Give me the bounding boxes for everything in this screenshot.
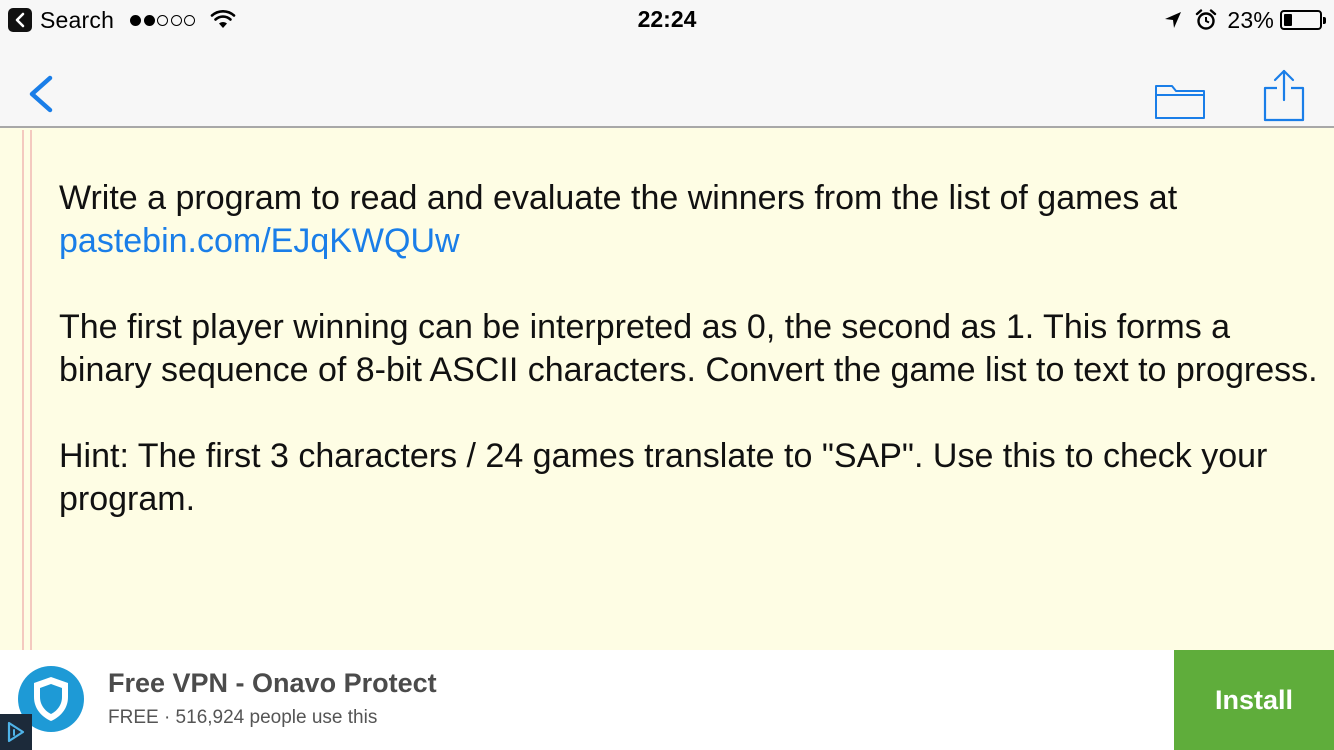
folder-icon[interactable] (1154, 80, 1206, 120)
margin-line (30, 130, 32, 650)
ad-banner[interactable] (0, 650, 1334, 750)
status-time: 22:24 (637, 6, 697, 32)
paragraph-hint: Hint: The first 3 characters / 24 games … (59, 437, 1268, 518)
battery-percent: 23% (1227, 6, 1274, 33)
paragraph-rules: The first player winning can be interpre… (59, 308, 1318, 389)
status-bar: Search 22:24 23% (0, 0, 1334, 40)
ad-subtitle: FREE · 516,924 people use this (108, 707, 378, 728)
adchoices-icon[interactable] (0, 714, 32, 750)
ad-title[interactable]: Free VPN - Onavo Protect (108, 668, 437, 699)
battery-icon (1280, 10, 1326, 30)
margin-line (22, 130, 24, 650)
location-arrow-icon (1165, 12, 1182, 28)
paragraph-intro-text: Write a program to read and evaluate the… (59, 179, 1178, 217)
alarm-icon (1196, 9, 1217, 30)
install-button[interactable]: Install (1174, 650, 1334, 750)
chevron-left-icon[interactable] (24, 74, 60, 114)
paragraph-intro: Write a program to read and evaluate the… (59, 177, 1329, 263)
pastebin-link[interactable]: pastebin.com/EJqKWQUw (59, 222, 460, 260)
note-text[interactable]: Write a program to read and evaluate the… (59, 177, 1329, 564)
battery-fill (1284, 14, 1292, 26)
share-icon[interactable] (1262, 68, 1306, 122)
note-content: Write a program to read and evaluate the… (0, 130, 1334, 650)
status-bar-right: 23% (1163, 6, 1326, 34)
navigation-bar (0, 40, 1334, 128)
